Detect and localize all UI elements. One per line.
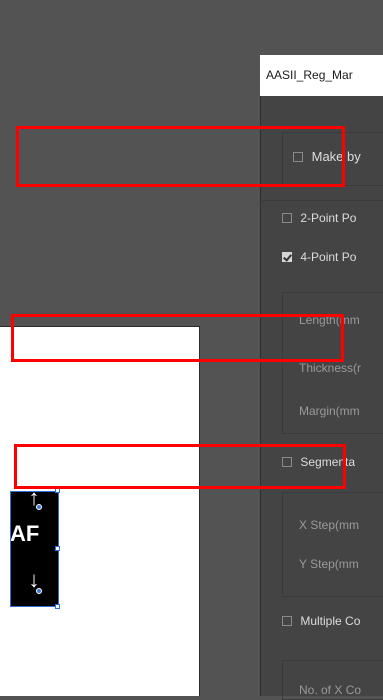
- length-label: Length(mm: [299, 313, 360, 327]
- two-point-label: 2-Point Po: [300, 211, 357, 225]
- make-by-option[interactable]: Make by: [293, 149, 361, 164]
- selection-handle[interactable]: [55, 604, 60, 609]
- y-step-label: Y Step(mm: [299, 557, 359, 571]
- arrow-down-icon: ↓: [28, 567, 40, 592]
- selection-handle[interactable]: [55, 488, 60, 493]
- mark-label: AF: [10, 521, 40, 546]
- divider: [262, 200, 383, 201]
- multiple-label: Multiple Co: [300, 614, 361, 628]
- two-point-checkbox[interactable]: [282, 213, 292, 223]
- anchor-point[interactable]: [36, 504, 42, 510]
- two-point-option[interactable]: 2-Point Po: [282, 211, 356, 225]
- four-point-label: 4-Point Po: [300, 250, 357, 264]
- panel-tab-title[interactable]: AASII_Reg_Mar: [260, 55, 383, 96]
- no-of-x-label: No. of X Co: [299, 683, 362, 697]
- make-by-label: Make by: [311, 149, 361, 164]
- anchor-point[interactable]: [36, 588, 42, 594]
- segmented-checkbox[interactable]: [282, 457, 292, 467]
- x-step-label: X Step(mm: [299, 518, 360, 532]
- four-point-checkbox[interactable]: [282, 252, 292, 262]
- margin-label: Margin(mm: [299, 404, 360, 418]
- arrow-up-icon: ↑: [28, 485, 40, 510]
- step-group: [282, 492, 383, 597]
- registration-mark[interactable]: ↑ AF ↓: [10, 487, 58, 607]
- multiple-checkbox[interactable]: [282, 616, 292, 626]
- make-by-checkbox[interactable]: [293, 152, 303, 162]
- selection-handle[interactable]: [55, 546, 60, 551]
- segmented-label: Segmenta: [300, 455, 356, 469]
- multiple-option[interactable]: Multiple Co: [282, 614, 360, 628]
- segmented-option[interactable]: Segmenta: [282, 455, 355, 469]
- thickness-label: Thickness(r: [299, 361, 362, 375]
- four-point-option[interactable]: 4-Point Po: [282, 250, 356, 264]
